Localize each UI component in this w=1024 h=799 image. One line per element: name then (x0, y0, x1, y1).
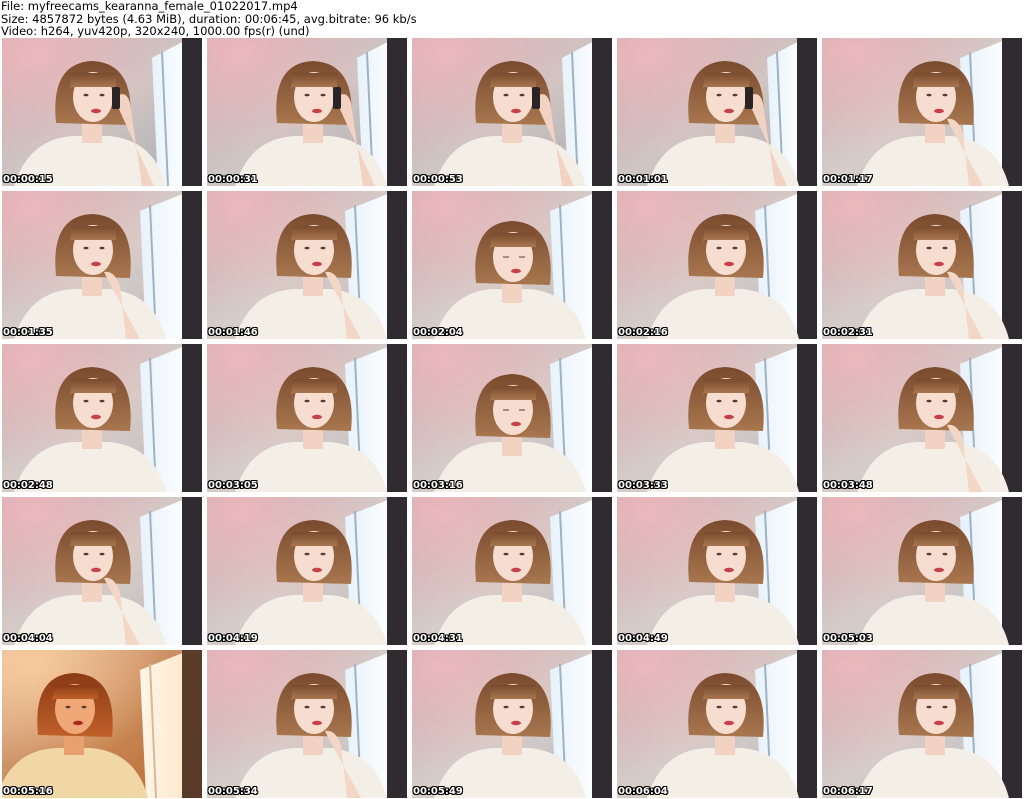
video-thumbnail: 00:03:16 (412, 344, 612, 492)
thumbnail-frame-image (412, 344, 612, 492)
file-info-header: File: myfreecams_kearanna_female_0102201… (1, 0, 1021, 38)
thumbnail-timestamp: 00:06:17 (823, 786, 873, 797)
thumbnail-frame-image (822, 38, 1022, 186)
video-thumbnail: 00:00:15 (2, 38, 202, 186)
thumbnail-frame-image (412, 650, 612, 798)
thumbnail-frame-image (822, 344, 1022, 492)
thumbnail-frame-image (412, 38, 612, 186)
video-thumbnail: 00:02:48 (2, 344, 202, 492)
video-thumbnail: 00:02:04 (412, 191, 612, 339)
video-thumbnail: 00:03:33 (617, 344, 817, 492)
thumbnail-timestamp: 00:02:31 (823, 327, 873, 338)
video-thumbnail: 00:04:04 (2, 497, 202, 645)
thumbnail-frame-image (2, 650, 202, 798)
thumbnail-frame-image (2, 191, 202, 339)
video-thumbnail: 00:04:31 (412, 497, 612, 645)
video-thumbnail: 00:01:17 (822, 38, 1022, 186)
thumbnail-timestamp: 00:05:16 (3, 786, 53, 797)
thumbnail-timestamp: 00:00:31 (208, 174, 258, 185)
thumbnail-timestamp: 00:03:05 (208, 480, 258, 491)
video-thumbnail: 00:05:16 (2, 650, 202, 798)
thumbnail-timestamp: 00:06:04 (618, 786, 668, 797)
video-thumbnail: 00:01:46 (207, 191, 407, 339)
thumbnail-timestamp: 00:03:16 (413, 480, 463, 491)
video-thumbnail: 00:00:31 (207, 38, 407, 186)
thumbnail-timestamp: 00:00:53 (413, 174, 463, 185)
thumbnail-frame-image (617, 344, 817, 492)
thumbnail-frame-image (822, 191, 1022, 339)
thumbnail-timestamp: 00:02:16 (618, 327, 668, 338)
thumbnail-timestamp: 00:04:49 (618, 633, 668, 644)
thumbnail-timestamp: 00:01:01 (618, 174, 668, 185)
video-thumbnail: 00:01:35 (2, 191, 202, 339)
video-thumbnail: 00:03:48 (822, 344, 1022, 492)
video-info-line: Video: h264, yuv420p, 320x240, 1000.00 f… (1, 24, 310, 38)
video-thumbnail: 00:01:01 (617, 38, 817, 186)
thumbnail-timestamp: 00:02:04 (413, 327, 463, 338)
thumbnail-timestamp: 00:03:33 (618, 480, 668, 491)
video-thumbnail: 00:05:49 (412, 650, 612, 798)
video-thumbnail: 00:05:34 (207, 650, 407, 798)
thumbnail-frame-image (617, 191, 817, 339)
thumbnail-frame-image (617, 38, 817, 186)
thumbnail-timestamp: 00:05:03 (823, 633, 873, 644)
thumbnail-timestamp: 00:04:19 (208, 633, 258, 644)
video-thumbnail: 00:00:53 (412, 38, 612, 186)
thumbnail-timestamp: 00:00:15 (3, 174, 53, 185)
thumbnail-frame-image (207, 344, 407, 492)
thumbnail-timestamp: 00:01:17 (823, 174, 873, 185)
thumbnail-grid: 00:00:15 00:00:31 00:00:53 00:01:01 00:01:17… (2, 38, 1022, 798)
thumbnail-frame-image (617, 650, 817, 798)
thumbnail-frame-image (2, 38, 202, 186)
thumbnail-frame-image (2, 344, 202, 492)
thumbnail-frame-image (207, 191, 407, 339)
thumbnail-frame-image (617, 497, 817, 645)
file-name-line: File: myfreecams_kearanna_female_0102201… (1, 0, 298, 13)
thumbnail-timestamp: 00:04:31 (413, 633, 463, 644)
video-thumbnail: 00:04:49 (617, 497, 817, 645)
thumbnail-frame-image (207, 650, 407, 798)
thumbnail-timestamp: 00:01:46 (208, 327, 258, 338)
video-thumbnail: 00:06:04 (617, 650, 817, 798)
thumbnail-frame-image (412, 191, 612, 339)
video-thumbnail: 00:04:19 (207, 497, 407, 645)
thumbnail-frame-image (207, 497, 407, 645)
thumbnail-frame-image (2, 497, 202, 645)
thumbnail-frame-image (207, 38, 407, 186)
thumbnail-timestamp: 00:02:48 (3, 480, 53, 491)
video-thumbnail: 00:05:03 (822, 497, 1022, 645)
thumbnail-timestamp: 00:05:49 (413, 786, 463, 797)
thumbnail-timestamp: 00:03:48 (823, 480, 873, 491)
thumbnail-timestamp: 00:04:04 (3, 633, 53, 644)
thumbnail-timestamp: 00:05:34 (208, 786, 258, 797)
thumbnail-timestamp: 00:01:35 (3, 327, 53, 338)
thumbnail-frame-image (412, 497, 612, 645)
video-thumbnail: 00:02:16 (617, 191, 817, 339)
thumbnail-frame-image (822, 650, 1022, 798)
thumbnail-frame-image (822, 497, 1022, 645)
video-thumbnail: 00:02:31 (822, 191, 1022, 339)
video-thumbnail: 00:06:17 (822, 650, 1022, 798)
video-thumbnail: 00:03:05 (207, 344, 407, 492)
